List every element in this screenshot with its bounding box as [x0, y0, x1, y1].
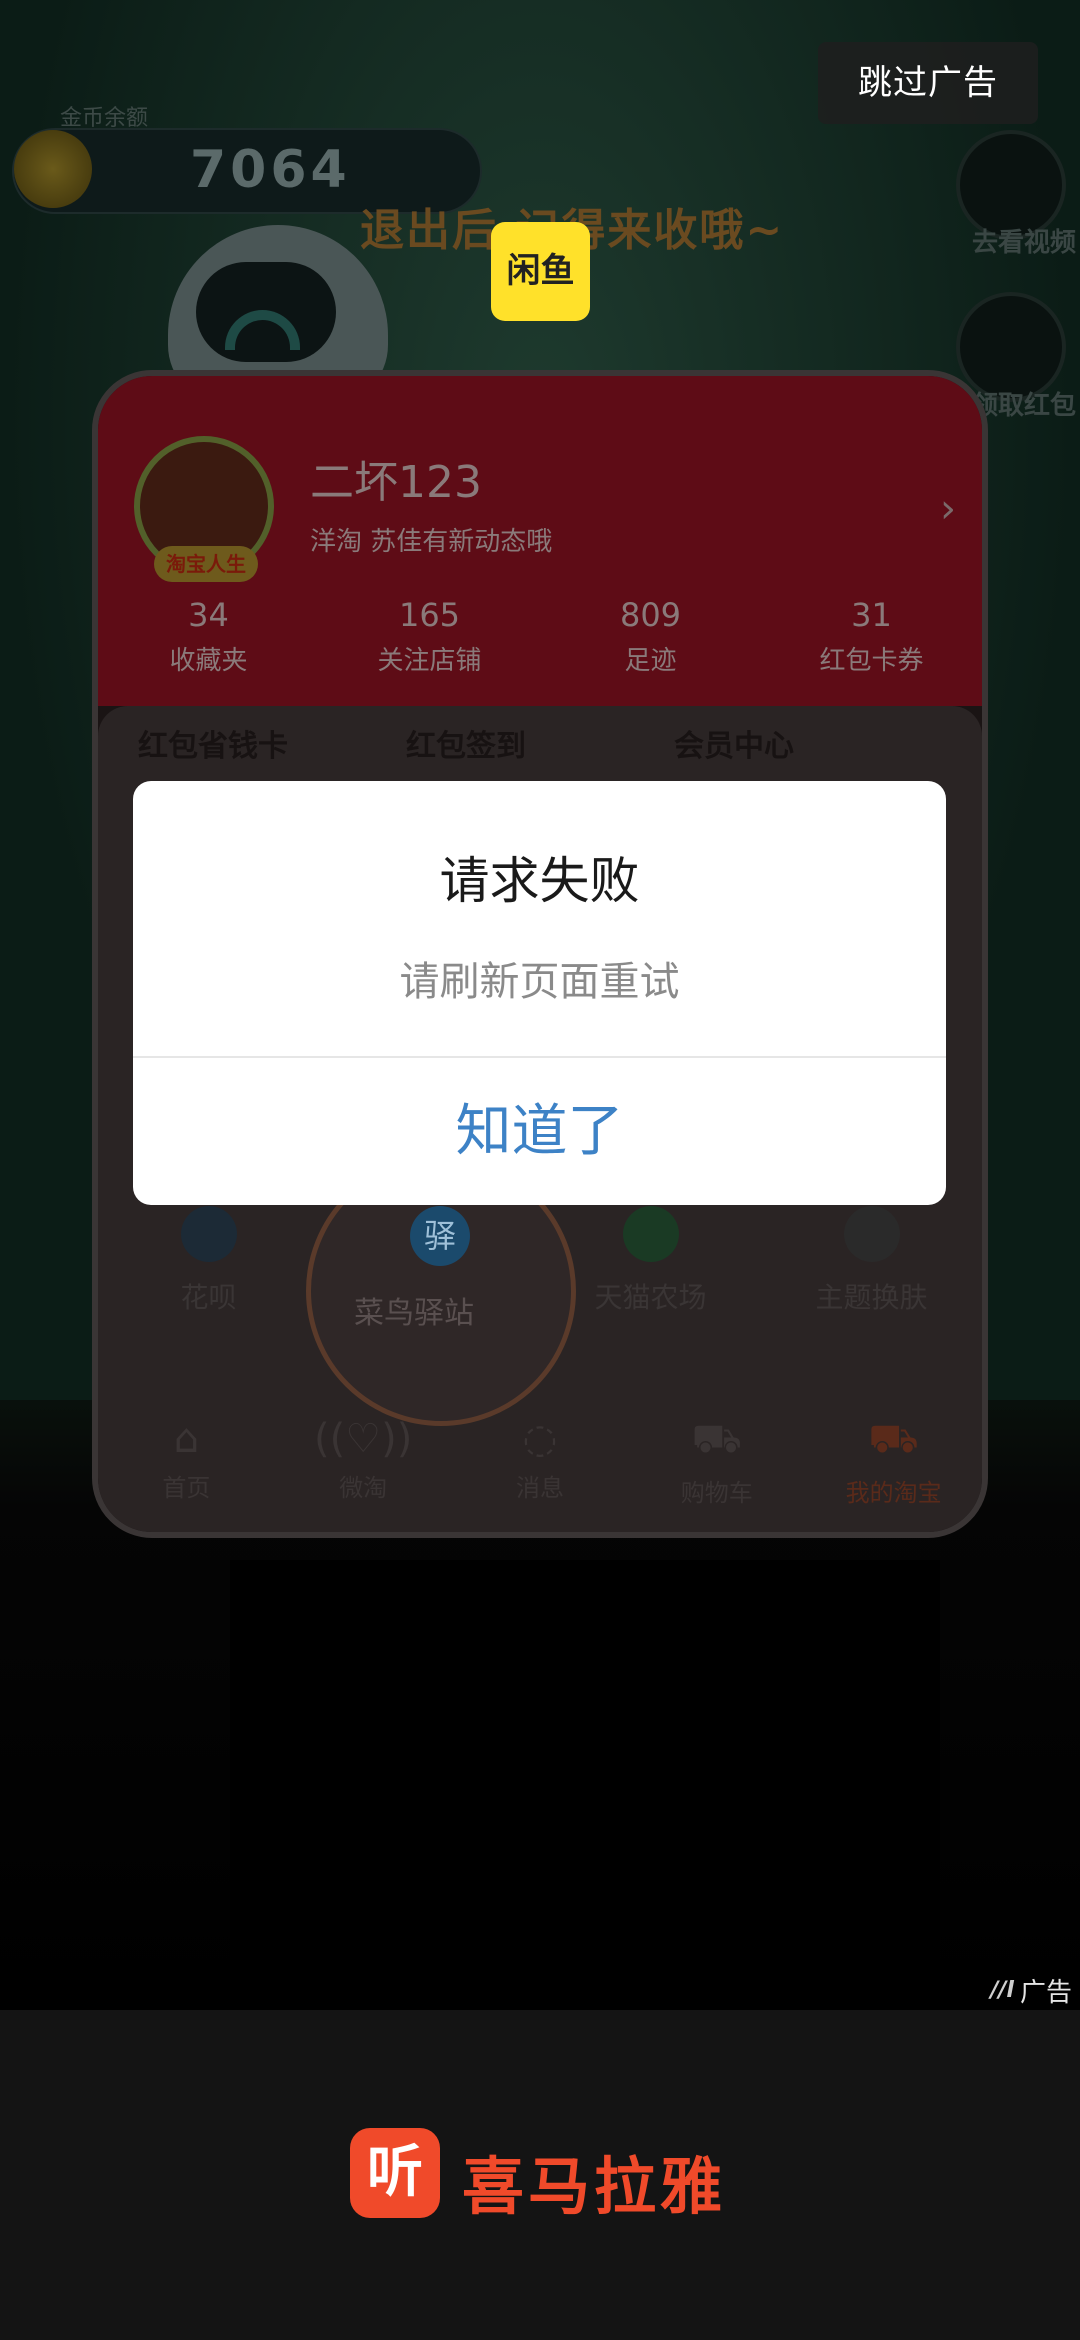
tab-label: 首页	[162, 1474, 211, 1502]
tab-my-taobao: ⛟ 我的淘宝	[805, 1416, 982, 1508]
quick-row: 红包省钱卡 红包签到 会员中心	[98, 721, 982, 765]
error-dialog: 请求失败 请刷新页面重试 知道了	[133, 781, 946, 1205]
tab-label: 消息	[515, 1474, 564, 1502]
tab-label: 我的淘宝	[845, 1479, 942, 1507]
stat-value: 34	[188, 596, 229, 634]
coin-icon	[14, 130, 92, 208]
dialog-title: 请求失败	[439, 852, 640, 910]
ximalaya-logo-icon: 听	[350, 2128, 440, 2218]
ad-label: 广告	[1019, 1977, 1072, 2008]
profile-username: 二坏123	[310, 457, 482, 508]
quick-item: 红包签到	[406, 729, 526, 764]
message-icon: ◌	[522, 1416, 558, 1462]
tab-home: ⌂ 首页	[98, 1416, 275, 1508]
tab-cart: ⛟ 购物车	[628, 1416, 805, 1508]
ad-tag: //l 广告	[990, 1970, 1072, 2010]
stat-label: 收藏夹	[169, 646, 248, 676]
tool-theme: 主题换肤	[761, 1206, 982, 1316]
broadcast-icon: ((♡))	[314, 1416, 413, 1462]
tab-weitao: ((♡)) 微淘	[275, 1416, 452, 1508]
tool-label: 天猫农场	[594, 1281, 707, 1314]
cart-icon: ⛟	[868, 1416, 919, 1462]
skip-ad-button[interactable]: 跳过广告	[818, 42, 1038, 124]
stat-label: 关注店铺	[377, 646, 482, 676]
cart-icon: ⛟	[691, 1416, 742, 1462]
stat-coupons: 31 红包卡券	[761, 596, 982, 677]
profile-stats: 34 收藏夹 165 关注店铺 809 足迹 31 红包卡券	[98, 596, 982, 677]
tool-row: 花呗 天猫农场 主题换肤	[98, 1206, 982, 1316]
tool-label: 花呗	[180, 1281, 237, 1314]
ad-banner-text: 退出后 记得来收哦~	[360, 205, 785, 256]
stat-favorites: 34 收藏夹	[98, 596, 319, 677]
stat-followed-shops: 165 关注店铺	[319, 596, 540, 677]
dialog-confirm-button[interactable]: 知道了	[133, 1058, 946, 1205]
quick-item: 红包省钱卡	[138, 729, 288, 764]
stat-value: 31	[851, 596, 892, 634]
ad-network-mark: //l	[990, 1977, 1014, 2003]
side-label-redpacket: 领取红包	[971, 391, 1076, 421]
brand-name: 喜马拉雅	[462, 2150, 727, 2223]
tab-label: 购物车	[680, 1479, 753, 1507]
ad-lower-panel	[230, 1560, 940, 1970]
avatar-badge: 淘宝人生	[154, 546, 258, 582]
xianyu-logo: 闲鱼	[491, 222, 590, 321]
dialog-message: 请刷新页面重试	[399, 959, 680, 1005]
stat-value: 809	[619, 596, 682, 634]
profile-dynamic: 洋淘 苏佳有新动态哦	[310, 527, 553, 557]
stat-label: 红包卡券	[819, 646, 924, 676]
home-icon: ⌂	[173, 1416, 200, 1462]
stat-footprints: 809 足迹	[540, 596, 761, 677]
tool-spacer	[319, 1206, 540, 1316]
taobao-tabbar: ⌂ 首页 ((♡)) 微淘 ◌ 消息 ⛟ 购物车 ⛟ 我的淘宝	[98, 1416, 982, 1508]
tab-label: 微淘	[339, 1474, 388, 1502]
coin-value: 7064	[190, 140, 351, 200]
tool-huabei: 花呗	[98, 1206, 319, 1316]
side-label-video: 去看视频	[971, 228, 1076, 258]
tab-messages: ◌ 消息	[452, 1416, 629, 1508]
tool-tmall-farm: 天猫农场	[540, 1206, 761, 1316]
stat-value: 165	[398, 596, 461, 634]
chevron-right-icon: ›	[940, 486, 956, 532]
quick-item: 会员中心	[674, 729, 794, 764]
huabei-icon	[180, 1206, 237, 1262]
stat-label: 足迹	[624, 646, 677, 676]
tool-label: 主题换肤	[815, 1281, 928, 1314]
farm-icon	[622, 1206, 679, 1262]
theme-icon	[843, 1206, 900, 1262]
